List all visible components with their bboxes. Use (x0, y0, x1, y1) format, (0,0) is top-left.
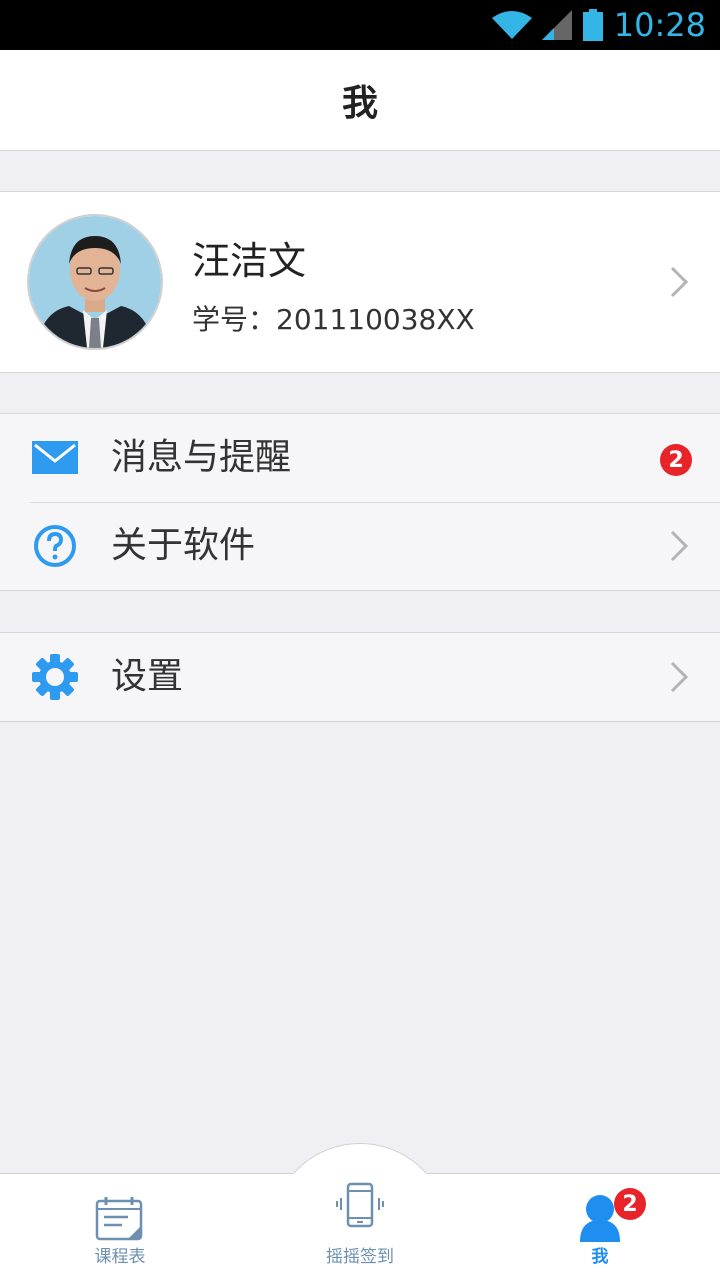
calendar-icon (95, 1197, 143, 1241)
tab-label: 课程表 (94, 1247, 146, 1267)
menu-item-about[interactable]: 关于软件 (0, 502, 720, 590)
status-bar: 10:28 (0, 0, 720, 50)
menu-item-label: 消息与提醒 (111, 437, 292, 478)
tab-label: 摇摇签到 (326, 1247, 394, 1267)
profile-name: 汪洁文 (192, 239, 307, 283)
gear-icon (32, 654, 78, 700)
tab-label: 我 (591, 1247, 609, 1267)
menu-item-messages[interactable]: 消息与提醒 2 (0, 414, 720, 502)
notification-badge: 2 (614, 1188, 646, 1220)
student-id: 学号：201110038XX (192, 303, 475, 336)
menu-group-main: 消息与提醒 2 关于软件 (0, 413, 720, 591)
profile-card[interactable]: 汪洁文 学号：201110038XX (0, 191, 720, 373)
menu-item-label: 关于软件 (111, 525, 256, 566)
chevron-right-icon (670, 530, 689, 562)
help-icon (34, 525, 76, 567)
notification-badge: 2 (660, 444, 692, 476)
menu-item-label: 设置 (111, 656, 184, 697)
mail-icon (32, 441, 78, 474)
chevron-right-icon (670, 661, 689, 693)
chevron-right-icon (670, 266, 689, 298)
signal-icon (541, 10, 572, 40)
tab-me[interactable]: 2 我 (520, 1178, 680, 1278)
battery-icon (582, 9, 604, 41)
tab-schedule[interactable]: 课程表 (40, 1178, 200, 1278)
wifi-icon (491, 10, 532, 40)
phone-shake-icon (336, 1182, 384, 1228)
page-title: 我 (341, 83, 378, 124)
menu-item-settings[interactable]: 设置 (0, 633, 720, 721)
header: 我 (0, 50, 720, 151)
tab-shake-checkin[interactable]: 摇摇签到 (280, 1178, 440, 1278)
status-time: 10:28 (613, 6, 706, 44)
menu-group-settings: 设置 (0, 632, 720, 722)
avatar (27, 214, 163, 350)
